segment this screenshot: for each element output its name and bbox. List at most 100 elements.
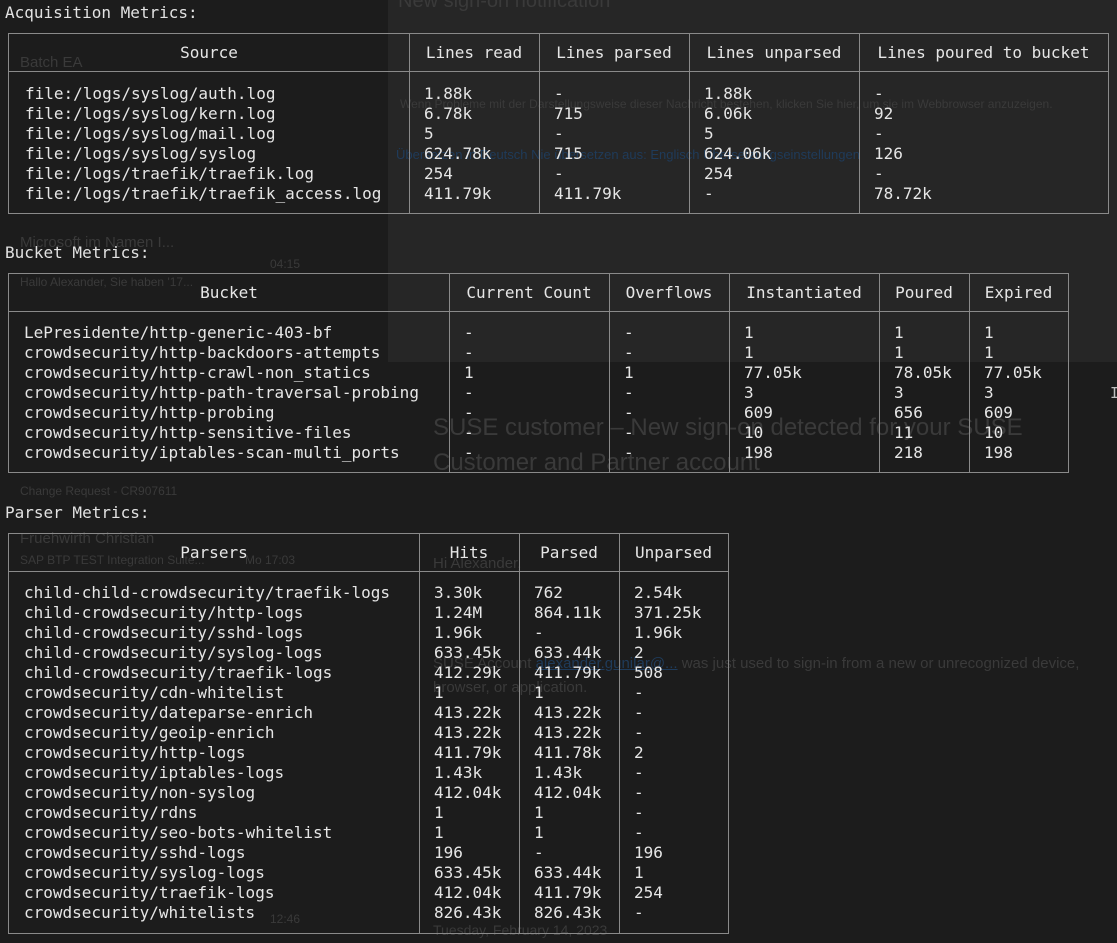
table-cell: crowdsecurity/rdns xyxy=(24,803,198,822)
table-cell: file:/logs/traefik/traefik_access.log xyxy=(25,184,382,203)
acquisition-metrics-title: Acquisition Metrics: xyxy=(5,3,198,22)
table-cell: 1 xyxy=(744,323,754,342)
text-cursor-icon: I xyxy=(1110,384,1117,402)
table-cell: file:/logs/syslog/syslog xyxy=(25,144,257,163)
table-cell: 609 xyxy=(984,403,1013,422)
table-cell: - xyxy=(634,823,644,842)
table-cell: 2 xyxy=(634,743,644,762)
table-cell: - xyxy=(464,403,474,422)
table-cell: 218 xyxy=(894,443,923,462)
table-cell: 411.79k xyxy=(534,663,602,682)
table-cell: 633.45k xyxy=(434,863,502,882)
table-cell: 411.79k xyxy=(534,883,602,902)
table-cell: 609 xyxy=(744,403,773,422)
table-cell: 11 xyxy=(894,423,914,442)
parser-metrics-title: Parser Metrics: xyxy=(5,503,150,522)
acquisition-metrics-table: Source Lines read Lines parsed Lines unpars… xyxy=(8,33,1109,214)
table-cell: - xyxy=(464,443,474,462)
table-header-divider xyxy=(9,311,1068,312)
table-cell: 826.43k xyxy=(434,903,502,922)
table-cell: 413.22k xyxy=(534,703,602,722)
table-column-header: Current Count xyxy=(466,283,592,302)
table-cell: - xyxy=(624,343,634,362)
table-cell: 1 xyxy=(984,323,994,342)
table-cell: 715 xyxy=(554,104,583,123)
table-column-header: Hits xyxy=(449,543,489,562)
table-cell: 412.04k xyxy=(434,883,502,902)
table-column-header: Parsers xyxy=(180,543,248,562)
table-cell: crowdsecurity/http-backdoors-attempts xyxy=(24,343,381,362)
table-cell: 1.96k xyxy=(634,623,683,642)
table-column-header: Source xyxy=(180,43,238,62)
table-column-header: Instantiated xyxy=(746,283,862,302)
table-cell: 508 xyxy=(634,663,663,682)
table-cell: 1.24M xyxy=(434,603,483,622)
table-cell: 1 xyxy=(624,363,634,382)
table-cell: crowdsecurity/traefik-logs xyxy=(24,883,275,902)
table-cell: 411.79k xyxy=(434,743,502,762)
table-cell: crowdsecurity/http-probing xyxy=(24,403,275,422)
bucket-metrics-title: Bucket Metrics: xyxy=(5,243,150,262)
table-cell: 198 xyxy=(744,443,773,462)
table-cell: - xyxy=(634,803,644,822)
table-cell: crowdsecurity/http-path-traversal-probin… xyxy=(24,383,419,402)
table-cell: 3 xyxy=(744,383,754,402)
parser-metrics-table: Parsers Hits Parsed Unparsed child-child-cro… xyxy=(8,533,729,934)
table-cell: crowdsecurity/sshd-logs xyxy=(24,843,246,862)
table-cell: 633.45k xyxy=(434,643,502,662)
bg-time: 04:15 xyxy=(270,257,301,271)
table-cell: crowdsecurity/http-logs xyxy=(24,743,246,762)
table-cell: 1.43k xyxy=(434,763,483,782)
table-cell: crowdsecurity/cdn-whitelist xyxy=(24,683,285,702)
table-cell: 5 xyxy=(424,124,434,143)
table-column-header: Lines poured to bucket xyxy=(877,43,1090,62)
table-cell: 196 xyxy=(634,843,663,862)
table-cell: - xyxy=(634,783,644,802)
table-header-divider xyxy=(9,571,728,572)
table-cell: crowdsecurity/http-crawl-non_statics xyxy=(24,363,371,382)
table-cell: 10 xyxy=(744,423,764,442)
table-cell: - xyxy=(464,323,474,342)
table-cell: crowdsecurity/seo-bots-whitelist xyxy=(24,823,333,842)
table-cell: child-crowdsecurity/http-logs xyxy=(24,603,304,622)
table-cell: 1 xyxy=(984,343,994,362)
table-cell: 6.78k xyxy=(424,104,473,123)
table-cell: 196 xyxy=(434,843,463,862)
table-column-divider xyxy=(449,274,450,472)
table-column-header: Parsed xyxy=(540,543,598,562)
table-cell: 826.43k xyxy=(534,903,602,922)
table-cell: 1 xyxy=(534,823,544,842)
table-cell: - xyxy=(534,843,544,862)
table-column-divider xyxy=(729,274,730,472)
table-column-divider xyxy=(619,534,620,933)
table-cell: - xyxy=(874,164,884,183)
table-column-divider xyxy=(419,534,420,933)
table-cell: 656 xyxy=(894,403,923,422)
table-column-header: Expired xyxy=(984,283,1053,302)
table-cell: 413.22k xyxy=(534,723,602,742)
table-cell: 1 xyxy=(894,323,904,342)
table-cell: 77.05k xyxy=(984,363,1042,382)
table-cell: 1 xyxy=(434,683,444,702)
table-cell: 198 xyxy=(984,443,1013,462)
table-cell: 3 xyxy=(894,383,904,402)
table-cell: crowdsecurity/http-sensitive-files xyxy=(24,423,352,442)
table-cell: 2 xyxy=(634,643,644,662)
table-cell: 864.11k xyxy=(534,603,602,622)
table-cell: - xyxy=(554,164,564,183)
table-cell: - xyxy=(874,124,884,143)
table-cell: 413.22k xyxy=(434,723,502,742)
table-cell: 633.44k xyxy=(534,643,602,662)
bucket-metrics-table: Bucket Current Count Overflows Instantiated… xyxy=(8,273,1069,473)
table-cell: crowdsecurity/whitelists xyxy=(24,903,256,922)
table-column-header: Lines read xyxy=(425,43,523,62)
table-column-divider xyxy=(519,534,520,933)
table-cell: 3.30k xyxy=(434,583,483,602)
table-cell: - xyxy=(624,423,634,442)
table-cell: 1.88k xyxy=(704,84,753,103)
table-cell: 2.54k xyxy=(634,583,683,602)
table-cell: 412.04k xyxy=(534,783,602,802)
table-cell: 1 xyxy=(634,863,644,882)
table-column-header: Poured xyxy=(895,283,953,302)
table-cell: - xyxy=(464,383,474,402)
